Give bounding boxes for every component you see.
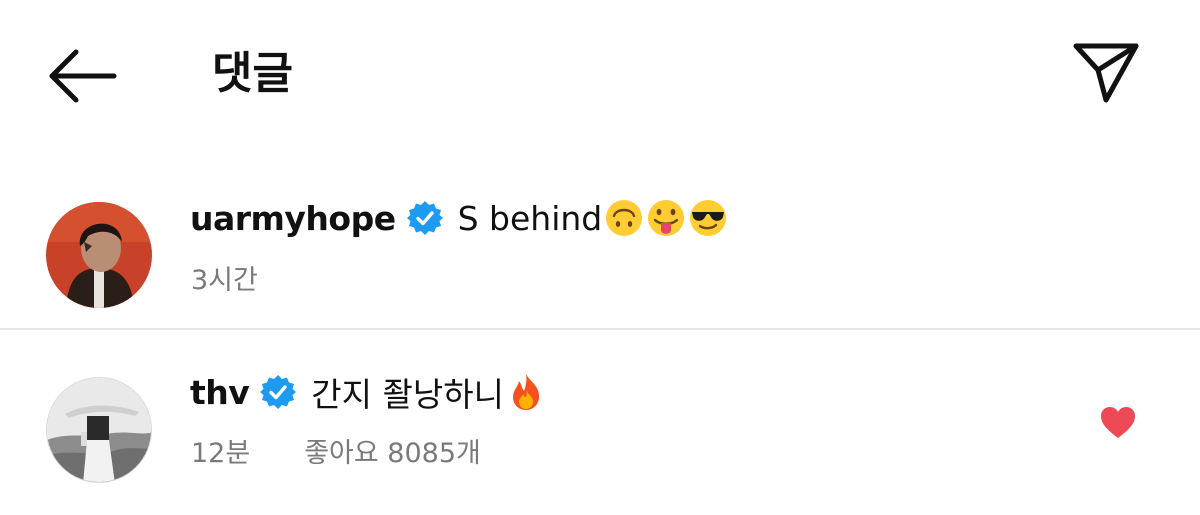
comment-time: 3시간 [191, 265, 258, 296]
back-button[interactable] [44, 44, 120, 108]
fire-emoji-icon [512, 374, 540, 410]
verified-badge-icon [260, 375, 297, 409]
avatar[interactable] [46, 202, 152, 308]
comment-text: 간지 좔낭하니 [311, 375, 504, 414]
tongue-out-face-emoji-icon [648, 200, 685, 236]
heart-icon [1101, 407, 1135, 438]
comment-text: S behind [457, 198, 603, 238]
comment-item: uarmyhope S behind 3시간 [0, 178, 1200, 338]
divider [0, 328, 1200, 330]
comment-meta: 12분 좋아요 8085개 [191, 431, 481, 470]
comment-item: thv 간지 좔낭하니 12분 좋아요 8085개 [0, 355, 1200, 515]
comment-line: thv 간지 좔낭하니 [190, 367, 546, 417]
username[interactable]: uarmyhope [190, 199, 396, 238]
likes-count[interactable]: 좋아요 8085개 [304, 431, 481, 470]
page-title: 댓글 [212, 48, 293, 99]
like-button[interactable] [1100, 406, 1136, 440]
sunglasses-face-emoji-icon [690, 200, 727, 236]
arrow-left-icon [49, 49, 117, 103]
comment-meta: 3시간 [191, 258, 258, 297]
comment-time: 12분 [191, 438, 251, 469]
verified-badge-icon [406, 201, 443, 235]
header: 댓글 [0, 0, 1200, 150]
share-button[interactable] [1070, 38, 1142, 110]
avatar[interactable] [46, 377, 152, 483]
paper-plane-icon [1073, 43, 1139, 103]
upside-down-face-emoji-icon [606, 200, 643, 236]
avatar-image [47, 378, 151, 482]
avatar-image [46, 202, 152, 308]
username[interactable]: thv [190, 373, 250, 412]
comment-line: uarmyhope S behind [190, 193, 728, 243]
